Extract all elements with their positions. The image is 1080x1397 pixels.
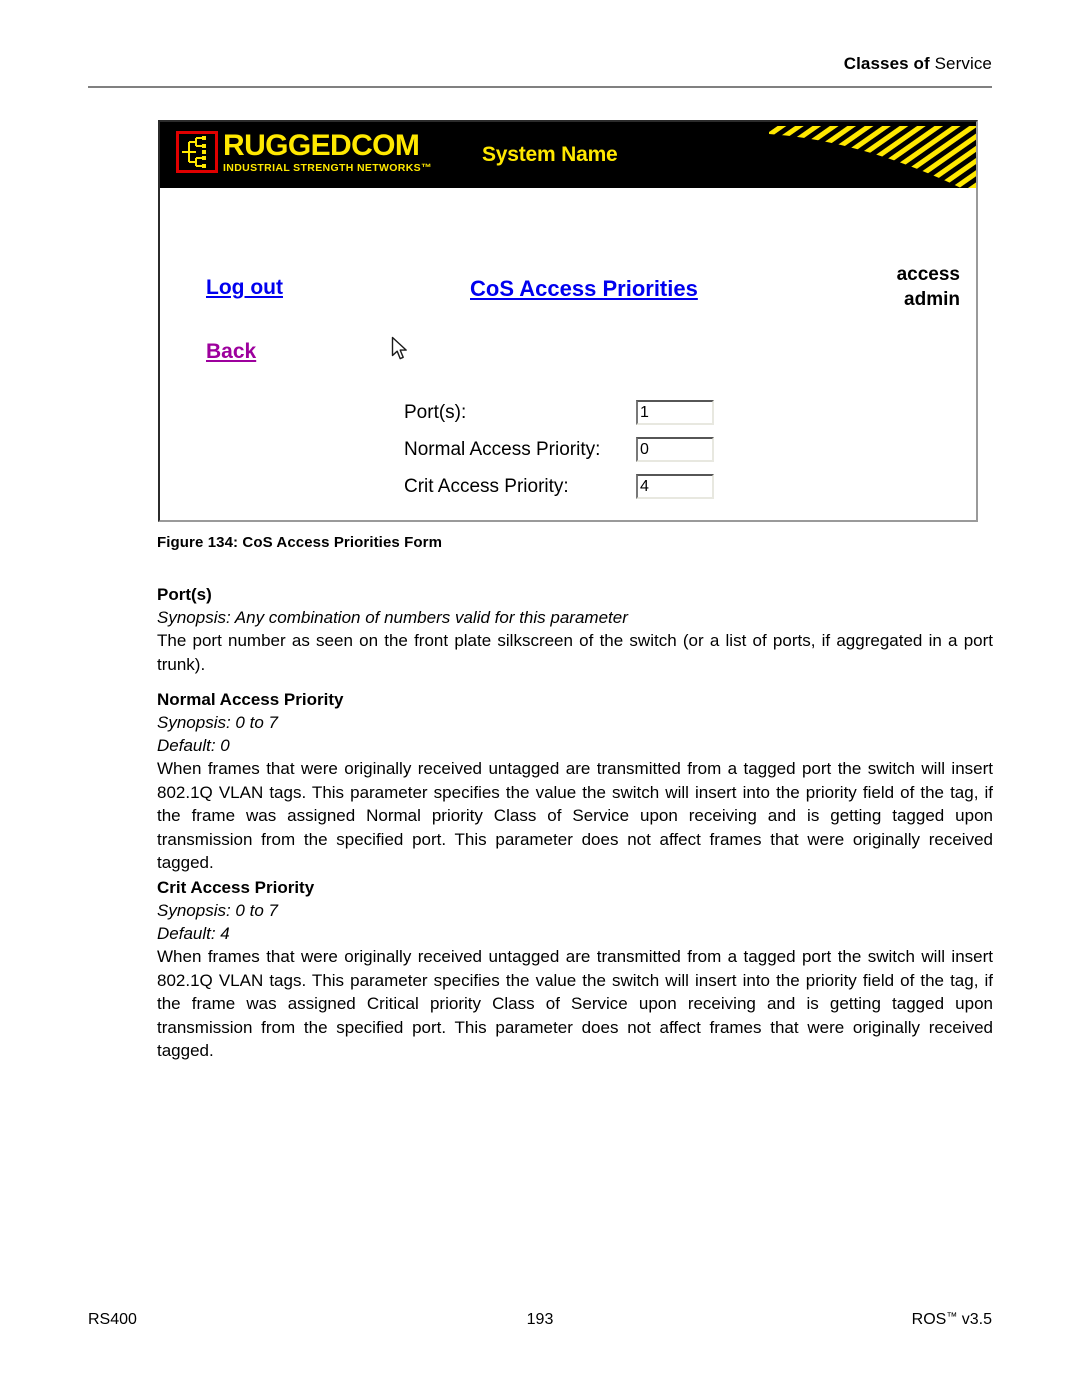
logo-tagline: INDUSTRIAL STRENGTH NETWORKS™ — [223, 162, 432, 174]
ruggedcom-logo: RUGGEDCOM INDUSTRIAL STRENGTH NETWORKS™ — [176, 131, 432, 174]
normal-access-priority-input[interactable] — [636, 437, 714, 462]
page-footer: RS400 193 ROS™ v3.5 — [88, 1311, 992, 1333]
trademark-icon: ™ — [946, 1311, 958, 1323]
normal-access-priority-label: Normal Access Priority: — [404, 438, 601, 460]
crit-access-priority-label: Crit Access Priority: — [404, 475, 569, 497]
footer-page-number: 193 — [526, 1311, 554, 1328]
figure-caption: Figure 134: CoS Access Priorities Form — [157, 534, 443, 551]
form-row-normal-access-priority: Normal Access Priority: — [404, 431, 714, 468]
cos-access-priorities-screenshot: RUGGEDCOM INDUSTRIAL STRENGTH NETWORKS™ … — [158, 120, 978, 522]
crit-access-priority-input[interactable] — [636, 474, 714, 499]
access-label: access — [896, 264, 960, 285]
section-normal-access-priority: Normal Access Priority Synopsis: 0 to 7 … — [157, 688, 993, 875]
ports-input[interactable] — [636, 400, 714, 425]
page-running-header: Classes of Service — [88, 54, 992, 74]
access-user-role: admin — [904, 289, 960, 310]
cos-access-priorities-title-link[interactable]: CoS Access Priorities — [470, 276, 698, 302]
device-web-banner: RUGGEDCOM INDUSTRIAL STRENGTH NETWORKS™ … — [160, 122, 976, 188]
device-web-page-body: Log out CoS Access Priorities access adm… — [160, 188, 976, 520]
form-row-crit-access-priority: Crit Access Priority: — [404, 468, 714, 505]
footer-os-name: ROS — [911, 1311, 947, 1328]
system-name-label: System Name — [482, 143, 618, 166]
section-crit-access-priority: Crit Access Priority Synopsis: 0 to 7 De… — [157, 876, 993, 1063]
logout-link[interactable]: Log out — [206, 276, 283, 300]
section-normal-default: Default: 0 — [157, 736, 230, 755]
section-crit-synopsis: Synopsis: 0 to 7 — [157, 901, 278, 920]
yellow-hazard-swoosh-icon — [731, 122, 976, 188]
back-link[interactable]: Back — [206, 340, 256, 364]
section-crit-body: When frames that were originally receive… — [157, 947, 993, 1060]
section-ports: Port(s) Synopsis: Any combination of num… — [157, 583, 993, 676]
footer-version-number: v3.5 — [957, 1311, 992, 1328]
running-header-light: Service — [929, 54, 992, 73]
cos-access-priorities-form: Port(s): Normal Access Priority: Crit Ac… — [404, 394, 714, 505]
running-header-bold: Classes of — [843, 54, 930, 73]
section-crit-default: Default: 4 — [157, 924, 230, 943]
section-normal-body: When frames that were originally receive… — [157, 759, 993, 872]
header-divider-rule — [88, 86, 992, 88]
section-normal-synopsis: Synopsis: 0 to 7 — [157, 713, 278, 732]
logo-company-name: RUGGEDCOM — [223, 129, 420, 162]
logo-wordmark: RUGGEDCOM INDUSTRIAL STRENGTH NETWORKS™ — [223, 131, 432, 174]
section-normal-term: Normal Access Priority — [157, 690, 344, 709]
mouse-cursor-icon — [391, 336, 409, 362]
footer-firmware-version: ROS™ v3.5 — [912, 1311, 992, 1329]
section-ports-term: Port(s) — [157, 585, 212, 604]
section-ports-body: The port number as seen on the front pla… — [157, 631, 993, 674]
form-row-ports: Port(s): — [404, 394, 714, 431]
section-ports-synopsis: Synopsis: Any combination of numbers val… — [157, 608, 628, 627]
section-crit-term: Crit Access Priority — [157, 878, 315, 897]
ports-label: Port(s): — [404, 401, 467, 423]
network-tree-icon — [176, 131, 218, 173]
access-level-display: access admin — [897, 262, 960, 312]
